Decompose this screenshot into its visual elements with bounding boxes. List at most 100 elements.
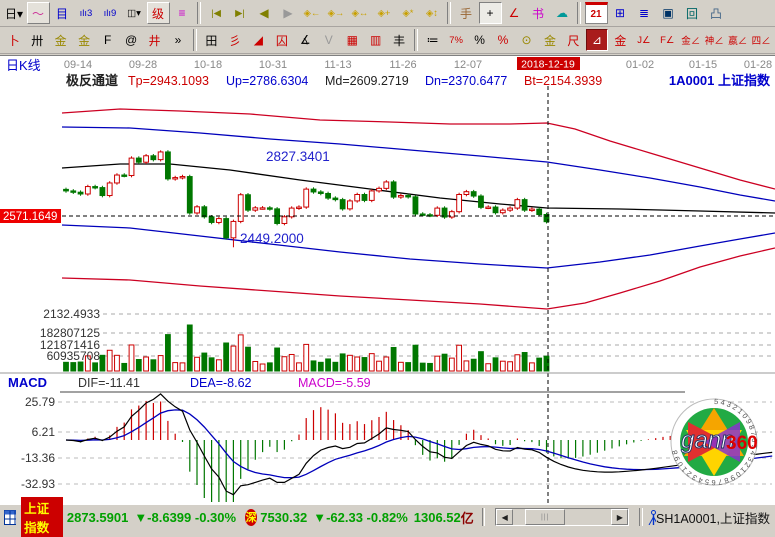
calendar-21-icon[interactable]: 21 xyxy=(585,2,608,24)
chart-area[interactable]: 日K线 09-1409-2810-1810-3111-1311-2612-070… xyxy=(0,55,775,505)
arc-fan-tool[interactable]: ◢ xyxy=(247,29,269,51)
scroll-thumb[interactable]: ||| xyxy=(525,509,565,525)
scroll-left-arrow[interactable]: ◀ xyxy=(496,509,513,525)
multi-line-tool[interactable]: 丰 xyxy=(388,29,410,51)
symbol-label: 1A0001 上证指数 xyxy=(669,73,771,88)
indicator-bt: Bt=2154.3939 xyxy=(524,74,602,88)
chart-canvas[interactable]: 日K线 09-1409-2810-1810-3111-1311-2612-070… xyxy=(0,56,775,505)
zoom-all-diamond[interactable]: ◈* xyxy=(397,2,420,24)
candles-group xyxy=(64,150,549,247)
spiral-tool[interactable]: @ xyxy=(120,29,142,51)
wave-v-tool[interactable]: V xyxy=(318,29,340,51)
svg-text:09-14: 09-14 xyxy=(64,59,92,71)
first-bar-button[interactable]: |◀ xyxy=(205,2,228,24)
zoom-cross-diamond[interactable]: ◈+ xyxy=(373,2,396,24)
last-bar-button[interactable]: ▶| xyxy=(229,2,252,24)
indicator-dn: Dn=2370.6477 xyxy=(425,74,507,88)
axes-box-tool[interactable]: 田 xyxy=(200,29,222,51)
zoom-horizontal-diamond[interactable]: ◈↔ xyxy=(349,2,372,24)
symbol-status: SH1A0001,上证指数 xyxy=(656,508,770,527)
macd-axis-1: 25.79 xyxy=(25,395,55,409)
status-bar: 上证指数 2873.5901 ▼-8.6399 -0.30% 深 7530.32… xyxy=(0,504,775,529)
index-change: ▼-8.6399 -0.30% xyxy=(134,510,236,525)
svg-text:11-26: 11-26 xyxy=(389,59,416,71)
four-angle-tool[interactable]: 四∠ xyxy=(750,29,772,51)
crosshair-tool[interactable]: + xyxy=(479,2,502,24)
gold-line-tool[interactable]: 金 xyxy=(539,29,561,51)
step-forward-button[interactable]: ▶ xyxy=(277,2,300,24)
ai-cloud-tool[interactable]: ☁ xyxy=(551,2,574,24)
period-daily-dropdown[interactable]: 日▾ xyxy=(3,2,26,24)
info-note-icon[interactable]: 目 xyxy=(51,2,74,24)
toolbar-separator xyxy=(414,29,418,51)
notes-icon[interactable]: ≣ xyxy=(633,2,656,24)
gold-angle-tool[interactable]: 金∠ xyxy=(680,29,702,51)
market-grid-icon[interactable] xyxy=(4,510,16,525)
draw-pen-tool[interactable]: 卜 xyxy=(3,29,25,51)
percent-avg-tool[interactable]: % xyxy=(492,29,514,51)
calculator-icon[interactable]: ⊞ xyxy=(609,2,632,24)
index-badge[interactable]: 上证指数 xyxy=(21,497,63,537)
f-angle-tool[interactable]: F∠ xyxy=(656,29,678,51)
ying-angle-tool[interactable]: 嬴∠ xyxy=(726,29,748,51)
shenzhen-badge[interactable]: 深 xyxy=(245,509,257,526)
candle-style-dropdown[interactable]: ◫▾ xyxy=(123,2,146,24)
red-grid-bars-tool[interactable]: ▥ xyxy=(364,29,386,51)
toolbar-main: 日▾〜目ılı3ılı9◫▾级≡ |◀▶|◀▶◈←◈→◈↔◈+◈*◈↕ 手+∠书☁ 2… xyxy=(0,0,775,27)
gann-grid-tool[interactable]: 卅 xyxy=(26,29,48,51)
pen-grid-tool[interactable]: 井 xyxy=(143,29,165,51)
gold-segment-tool[interactable]: 金 xyxy=(49,29,71,51)
vol-label-3: 60935708 xyxy=(47,349,101,363)
channel-overlay-toggle-icon[interactable]: 〜 xyxy=(27,2,50,24)
more-tools-chevron[interactable]: » xyxy=(167,29,189,51)
jifan-channel-icon[interactable]: 级 xyxy=(147,2,170,24)
trend-tool-selected[interactable]: ⊿ xyxy=(586,29,608,51)
macd-axis-2: 6.21 xyxy=(32,425,56,439)
ruler-percent-tool[interactable]: ≔ xyxy=(421,29,443,51)
horizontal-scrollbar[interactable]: ◀ ||| ▶ xyxy=(495,508,629,526)
wave-count-3-icon[interactable]: ılı3 xyxy=(75,2,98,24)
angle-measure-tool[interactable]: ∠ xyxy=(503,2,526,24)
red-grid-tool[interactable]: ▦ xyxy=(341,29,363,51)
gold-red-tool[interactable]: 金 xyxy=(609,29,631,51)
zoom-left-diamond[interactable]: ◈← xyxy=(301,2,324,24)
seven-percent-tool[interactable]: 7% xyxy=(445,29,467,51)
percent-tool[interactable]: % xyxy=(468,29,490,51)
svg-text:09-28: 09-28 xyxy=(129,59,157,71)
zoom-right-diamond[interactable]: ◈→ xyxy=(325,2,348,24)
step-back-button[interactable]: ◀ xyxy=(253,2,276,24)
angle-lines-tool[interactable]: ∡ xyxy=(294,29,316,51)
toolbar-drawing: 卜卅金金F@井»田彡◢囚∡V▦▥丰≔7%%%⊙金尺⊿金J∠F∠金∠神∠嬴∠四∠ xyxy=(0,27,775,54)
pan-hand-tool[interactable]: 手 xyxy=(455,2,478,24)
macd-dif-value: DIF=-11.41 xyxy=(78,376,140,390)
gann-fan-tool[interactable]: 彡 xyxy=(224,29,246,51)
high-annotation: 2827.3401 xyxy=(266,149,330,164)
toolbar-separator xyxy=(197,2,201,24)
macd-dea-value: DEA=-8.62 xyxy=(190,376,252,390)
image-export-icon[interactable]: 回 xyxy=(681,2,704,24)
pattern-tool[interactable]: 书 xyxy=(527,2,550,24)
gann360-logo: 5432109876543210987654321098 gann 360 xyxy=(664,396,764,488)
toolbar-separator xyxy=(577,2,581,24)
save-disk-icon[interactable]: ▣ xyxy=(657,2,680,24)
box-fan-tool[interactable]: 囚 xyxy=(271,29,293,51)
gold-segment-tool-2[interactable]: 金 xyxy=(73,29,95,51)
volume-group xyxy=(64,325,549,371)
svg-text:01-28: 01-28 xyxy=(744,59,772,71)
sharp-pen-tool[interactable]: 尺 xyxy=(562,29,584,51)
fibonacci-tool[interactable]: F xyxy=(96,29,118,51)
shen-angle-tool[interactable]: 神∠ xyxy=(703,29,725,51)
svg-text:12-07: 12-07 xyxy=(454,59,482,71)
channel-lines xyxy=(62,109,775,309)
turnover-unit: 亿 xyxy=(461,508,474,527)
print-icon[interactable]: 凸 xyxy=(705,2,728,24)
volume-profile-icon[interactable]: ≡ xyxy=(171,2,194,24)
zoom-vertical-diamond[interactable]: ◈↕ xyxy=(421,2,444,24)
gold-circle-tool[interactable]: ⊙ xyxy=(515,29,537,51)
scroll-right-arrow[interactable]: ▶ xyxy=(611,509,628,525)
logo-num: 360 xyxy=(726,433,758,454)
macd-macd-value: MACD=-5.59 xyxy=(298,376,371,390)
svg-text:01-02: 01-02 xyxy=(626,59,654,71)
j-angle-tool[interactable]: J∠ xyxy=(633,29,655,51)
wave-count-9-icon[interactable]: ılı9 xyxy=(99,2,122,24)
